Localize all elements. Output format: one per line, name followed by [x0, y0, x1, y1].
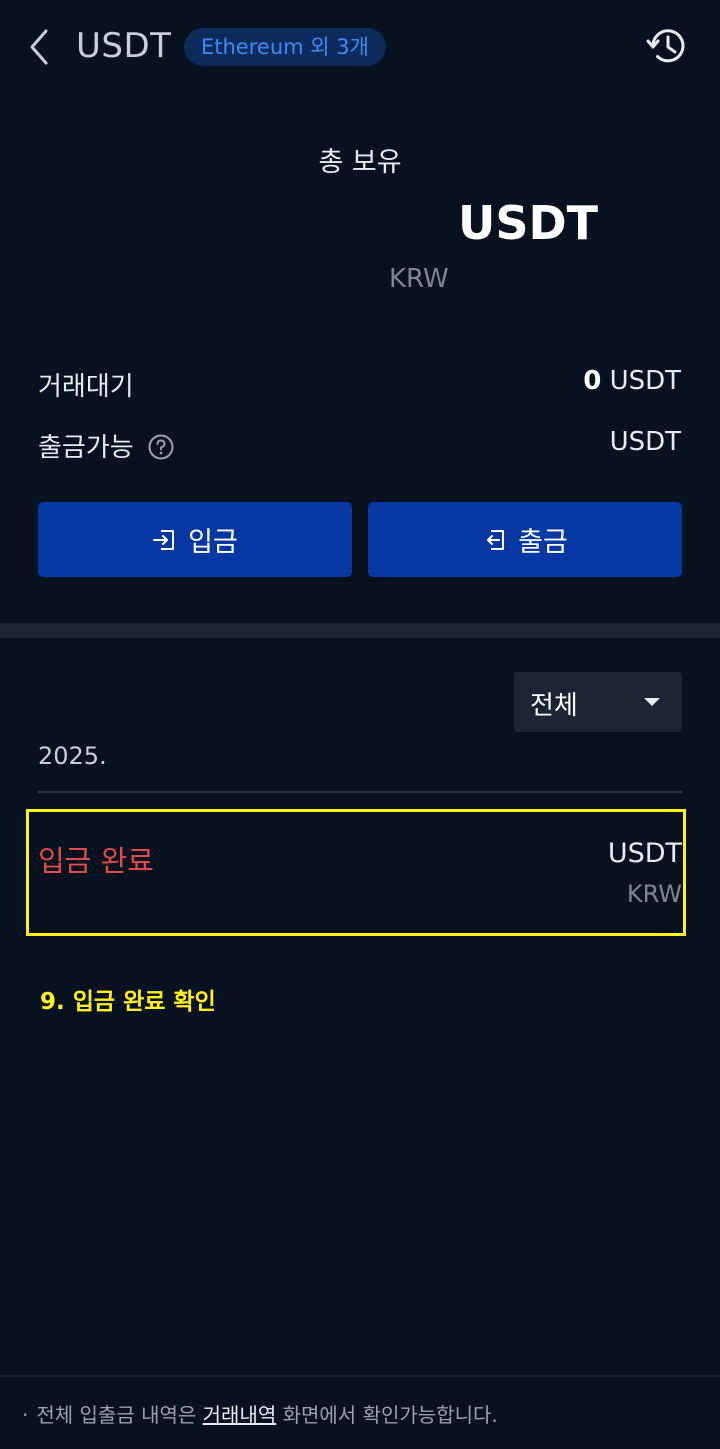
wallet-detail-page: USDT Ethereum 외 3개 총 보유 USDT KRW 거래대기 0 …: [0, 0, 720, 1449]
deposit-icon: [153, 529, 175, 550]
footer-divider: [0, 1375, 720, 1377]
deposit-button[interactable]: 입금: [38, 502, 352, 577]
bullet-icon: ·: [22, 1403, 29, 1427]
list-divider: [38, 791, 682, 793]
deposit-label: 입금: [188, 527, 238, 558]
pending-amount: 0: [583, 366, 602, 396]
pending-value: 0 USDT: [583, 366, 681, 396]
withdraw-button[interactable]: 출금: [368, 502, 682, 577]
total-holdings-unit: USDT: [458, 196, 599, 250]
step-annotation: 9. 입금 완료 확인: [40, 989, 216, 1015]
history-icon: [646, 29, 685, 63]
page-title: USDT: [76, 26, 172, 66]
total-holdings-label: 총 보유: [318, 147, 402, 178]
pending-label: 거래대기: [38, 372, 134, 402]
section-divider: [0, 623, 720, 638]
transaction-history-link[interactable]: 거래내역: [203, 1403, 277, 1427]
network-badge[interactable]: Ethereum 외 3개: [184, 28, 386, 66]
footer-note: · 전체 입출금 내역은 거래내역 화면에서 확인가능합니다.: [22, 1399, 498, 1428]
transaction-status: 입금 완료: [38, 844, 154, 878]
total-holdings-krw: KRW: [389, 264, 449, 294]
footer-note-suffix: 화면에서 확인가능합니다.: [282, 1403, 498, 1427]
date-label: 2025.: [38, 742, 107, 770]
withdrawable-unit: USDT: [609, 427, 681, 457]
history-button[interactable]: [644, 22, 692, 70]
transaction-krw-unit: KRW: [626, 880, 682, 908]
filter-dropdown[interactable]: 전체: [514, 672, 682, 732]
withdrawable-row-label: 출금가능: [38, 427, 174, 464]
chevron-left-icon: [30, 29, 48, 65]
caret-down-icon: [644, 698, 660, 706]
filter-selected-label: 전체: [530, 691, 578, 721]
transaction-amount-unit: USDT: [607, 838, 682, 869]
withdraw-icon: [487, 529, 505, 550]
withdraw-label: 출금: [518, 527, 568, 558]
back-button[interactable]: [24, 26, 56, 68]
header: USDT Ethereum 외 3개: [0, 0, 720, 92]
withdrawable-label: 출금가능: [38, 433, 134, 463]
help-icon[interactable]: [148, 434, 174, 460]
pending-unit: USDT: [609, 366, 681, 396]
footer-note-prefix: 전체 입출금 내역은: [36, 1403, 197, 1427]
